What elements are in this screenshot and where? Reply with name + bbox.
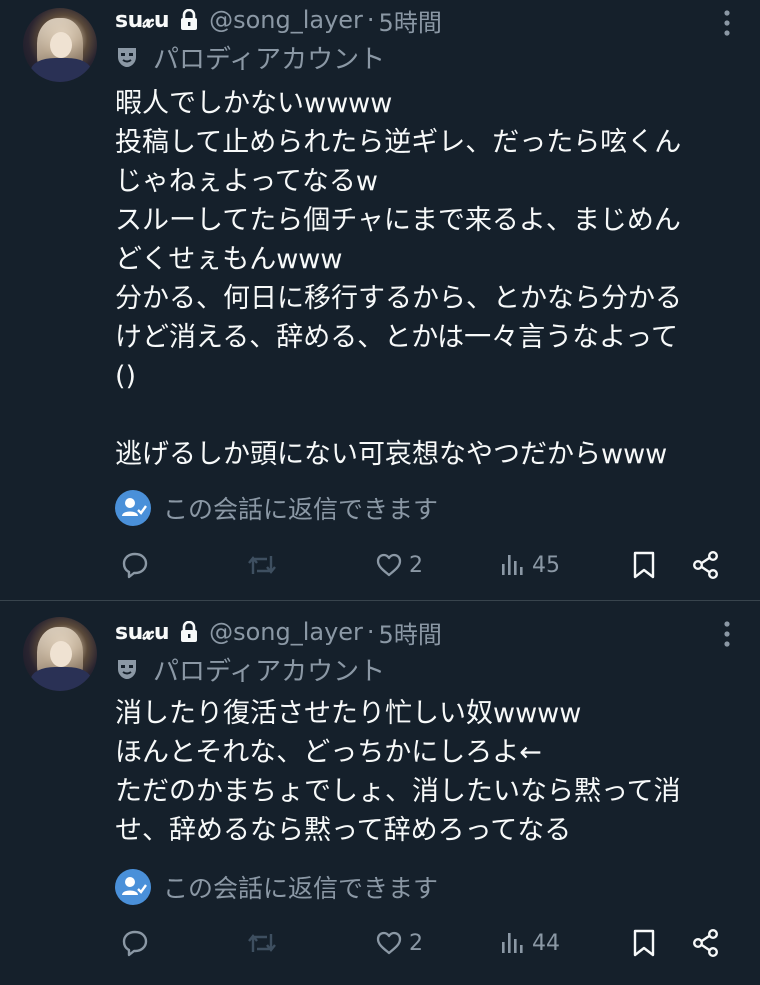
parody-label-text: パロディアカウント bbox=[153, 656, 386, 687]
view-count: 45 bbox=[532, 552, 560, 578]
reply-restriction: この会話に返信できます bbox=[115, 867, 438, 907]
lock-icon bbox=[179, 8, 199, 31]
tweet-header: su𝔁u @song_layer · 5時間 bbox=[115, 614, 442, 650]
lock-icon bbox=[179, 620, 199, 643]
timestamp[interactable]: 5時間 bbox=[379, 3, 442, 38]
like-count: 2 bbox=[409, 552, 423, 578]
like-button[interactable]: 2 bbox=[375, 923, 423, 963]
parody-label: パロディアカウント bbox=[115, 652, 386, 687]
reply-button[interactable] bbox=[120, 545, 150, 585]
tweet-text: 暇人でしかないwwww 投稿して止められたら逆ギレ、だったら呟くん じゃねぇよっ… bbox=[115, 88, 682, 470]
display-name[interactable]: su𝔁u bbox=[115, 620, 170, 645]
views-button[interactable]: 45 bbox=[500, 545, 560, 585]
more-icon[interactable] bbox=[724, 621, 730, 647]
reply-info-icon bbox=[115, 869, 151, 905]
action-bar: 2 44 bbox=[115, 923, 725, 963]
mask-icon bbox=[115, 45, 139, 69]
like-button[interactable]: 2 bbox=[375, 545, 423, 585]
reply-restriction-text: この会話に返信できます bbox=[163, 874, 439, 903]
tweet-text: 消したり復活させたり忙しい奴wwww ほんとそれな、どっちかにしろよ← ただのか… bbox=[115, 698, 681, 846]
like-icon bbox=[376, 931, 402, 955]
views-icon bbox=[502, 933, 523, 953]
display-name[interactable]: su𝔁u bbox=[115, 8, 170, 33]
bookmark-button[interactable] bbox=[632, 545, 656, 585]
reply-restriction: この会話に返信できます bbox=[115, 488, 438, 528]
mask-icon bbox=[115, 657, 139, 681]
like-icon bbox=[376, 553, 402, 577]
view-count: 44 bbox=[532, 930, 560, 956]
avatar[interactable] bbox=[23, 8, 97, 82]
bookmark-icon bbox=[633, 929, 655, 957]
repost-icon bbox=[248, 934, 276, 952]
share-button[interactable] bbox=[691, 923, 721, 963]
share-icon bbox=[693, 929, 719, 958]
tweet[interactable]: su𝔁u @song_layer · 5時間 パロディアカウント 消したり復活さ… bbox=[0, 600, 760, 985]
reply-button[interactable] bbox=[120, 923, 150, 963]
repost-button[interactable] bbox=[245, 545, 279, 585]
views-button[interactable]: 44 bbox=[500, 923, 560, 963]
handle[interactable]: @song_layer bbox=[209, 618, 363, 646]
separator: · bbox=[366, 6, 375, 34]
more-icon[interactable] bbox=[724, 10, 730, 36]
share-button[interactable] bbox=[691, 545, 721, 585]
bookmark-button[interactable] bbox=[632, 923, 656, 963]
parody-label: パロディアカウント bbox=[115, 40, 386, 75]
timestamp[interactable]: 5時間 bbox=[379, 615, 442, 650]
like-count: 2 bbox=[409, 930, 423, 956]
reply-icon bbox=[122, 552, 148, 579]
reply-info-icon bbox=[115, 490, 151, 526]
handle[interactable]: @song_layer bbox=[209, 6, 363, 34]
tweet[interactable]: su𝔁u @song_layer · 5時間 パロディアカウント 暇人でしかない… bbox=[0, 0, 760, 600]
share-icon bbox=[693, 551, 719, 580]
bookmark-icon bbox=[633, 551, 655, 579]
avatar[interactable] bbox=[23, 617, 97, 691]
tweet-header: su𝔁u @song_layer · 5時間 bbox=[115, 2, 442, 38]
parody-label-text: パロディアカウント bbox=[153, 44, 386, 75]
repost-icon bbox=[248, 556, 276, 574]
action-bar: 2 45 bbox=[115, 545, 725, 585]
separator: · bbox=[366, 618, 375, 646]
repost-button[interactable] bbox=[245, 923, 279, 963]
views-icon bbox=[502, 555, 523, 575]
reply-icon bbox=[122, 930, 148, 957]
reply-restriction-text: この会話に返信できます bbox=[163, 495, 439, 524]
